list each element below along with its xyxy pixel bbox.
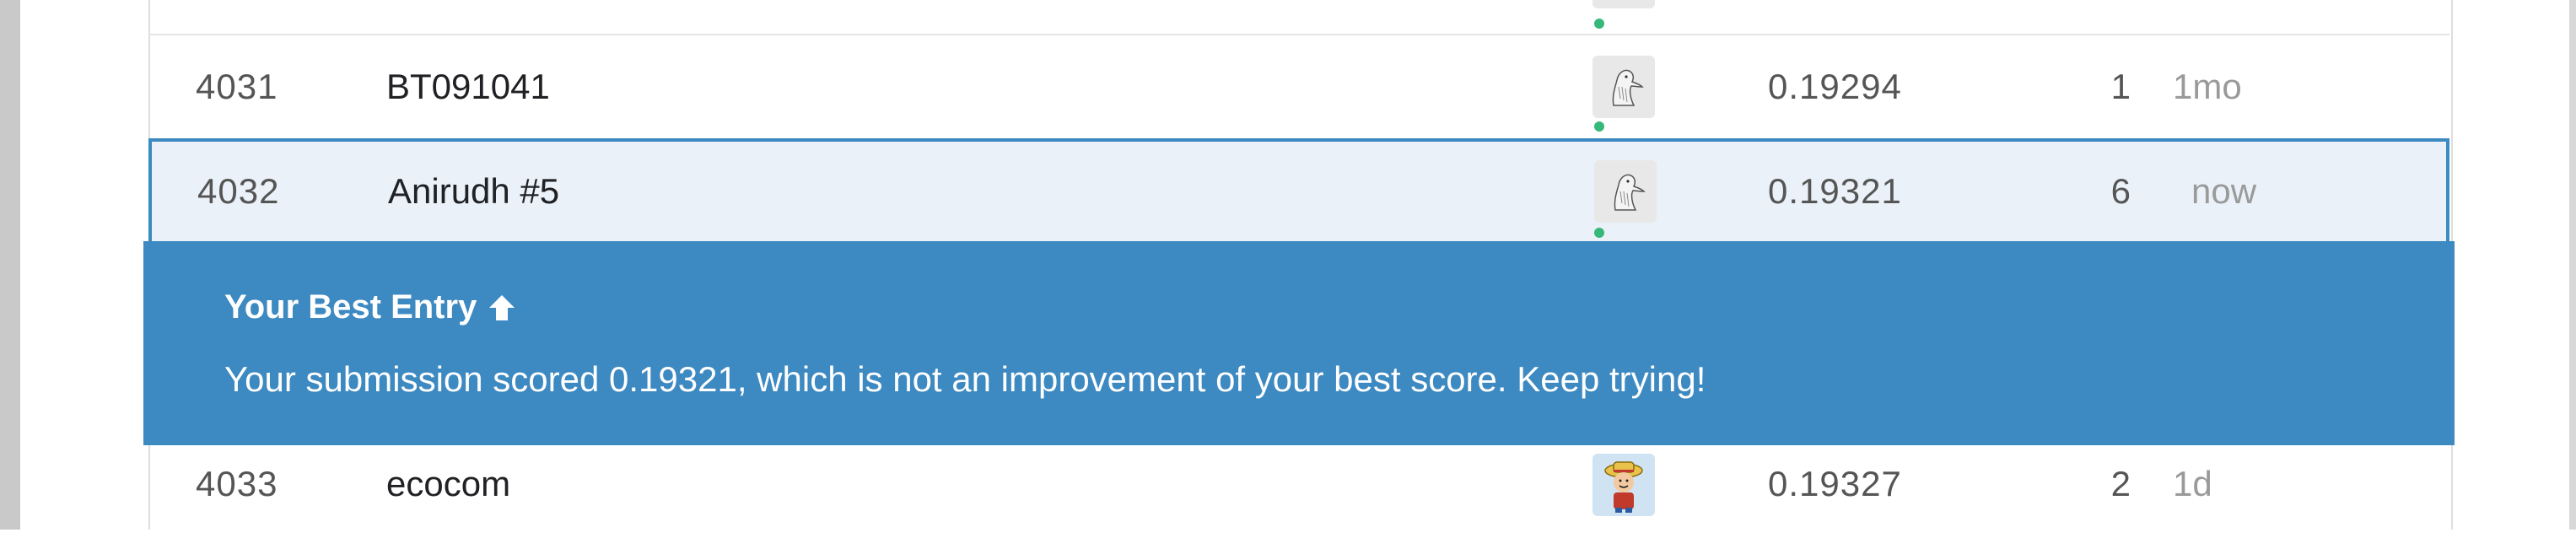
- last-submission: 1mo: [2173, 67, 2242, 106]
- team-name[interactable]: ecocom: [386, 445, 510, 504]
- score: 0.19294: [1768, 67, 1902, 106]
- entries-count: 1: [2110, 67, 2131, 106]
- page-scrollbar-right[interactable]: [2569, 0, 2576, 530]
- table-row-current-user[interactable]: 4032 Anirudh #5 0.19321 6 now: [148, 138, 2449, 241]
- rank: 4032: [197, 171, 280, 211]
- avatar-cell: [1594, 142, 1662, 241]
- banner-message: Your submission scored 0.19321, which is…: [224, 359, 1706, 399]
- online-indicator: [1594, 19, 1604, 29]
- score: 0.19321: [1768, 171, 1902, 211]
- entries-count: 2: [2110, 464, 2131, 503]
- table-row[interactable]: 4031 BT091041 0.19294 1 1mo: [148, 35, 2449, 140]
- banner-title-wrap: Your Best Entry: [224, 288, 517, 326]
- bird-avatar[interactable]: [1594, 160, 1657, 223]
- avatar-cell: [1592, 445, 1660, 538]
- banner-title: Your Best Entry: [224, 288, 477, 325]
- last-submission: 1d: [2173, 464, 2212, 503]
- table-row[interactable]: 4033 ecocom 0.19327 2 1d: [148, 445, 2449, 530]
- avatar-cell: [1592, 0, 1660, 34]
- submission-result-banner: Your Best Entry Your submission scored 0…: [143, 241, 2455, 445]
- score: 0.19327: [1768, 464, 1902, 503]
- last-submission: now: [2191, 171, 2257, 211]
- team-name[interactable]: Anirudh #5: [388, 142, 559, 241]
- table-row-partial: [148, 0, 2449, 35]
- bird-avatar[interactable]: [1592, 56, 1655, 118]
- page-scrollbar-left: [0, 0, 20, 530]
- team-name[interactable]: BT091041: [386, 35, 550, 138]
- entries-count: 6: [2110, 171, 2131, 211]
- rank: 4033: [196, 464, 278, 503]
- cartoon-avatar[interactable]: [1592, 454, 1655, 516]
- online-indicator: [1594, 121, 1604, 132]
- online-indicator: [1594, 228, 1604, 238]
- rank: 4031: [196, 67, 278, 106]
- arrow-up-icon: [487, 293, 517, 323]
- avatar: [1592, 0, 1655, 8]
